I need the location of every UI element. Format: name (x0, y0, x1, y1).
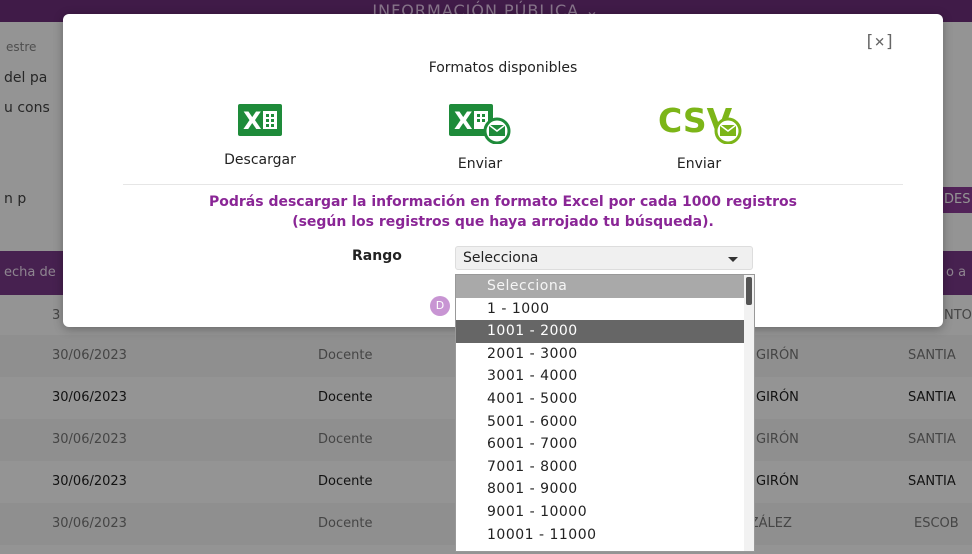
notice-line: (según los registros que haya arrojado t… (292, 214, 714, 230)
range-select-value: Selecciona (463, 250, 539, 266)
csv-email-icon: CSV (658, 101, 742, 145)
range-label: Rango (352, 248, 402, 264)
caret-down-icon (728, 257, 738, 262)
dropdown-option[interactable]: Selecciona (456, 275, 745, 298)
excel-download-icon: X (238, 104, 282, 136)
dropdown-option[interactable]: 2001 - 3000 (456, 343, 745, 366)
download-excel-button[interactable]: X Descargar (190, 100, 330, 168)
format-label: Enviar (457, 156, 503, 172)
dropdown-option[interactable]: 9001 - 10000 (456, 501, 745, 524)
dropdown-option[interactable]: 6001 - 7000 (456, 433, 745, 456)
dropdown-option[interactable]: 10001 - 11000 (456, 524, 745, 547)
dropdown-option[interactable]: 3001 - 4000 (456, 365, 745, 388)
divider (123, 184, 903, 185)
scrollbar-thumb[interactable] (746, 277, 752, 305)
range-select[interactable]: Selecciona (455, 246, 753, 270)
download-button[interactable]: D (430, 296, 450, 316)
close-button[interactable]: [×] (864, 32, 895, 52)
dropdown-option[interactable]: 7001 - 8000 (456, 456, 745, 479)
dropdown-option[interactable]: 8001 - 9000 (456, 478, 745, 501)
excel-email-icon: X (449, 104, 511, 145)
excel-icon-letter: X (454, 107, 473, 135)
excel-icon-letter: X (243, 107, 262, 135)
dropdown-option[interactable]: 1 - 1000 (456, 298, 745, 321)
notice-line: Podrás descargar la información en forma… (209, 194, 797, 210)
info-notice: Podrás descargar la información en forma… (63, 192, 943, 232)
dropdown-option[interactable]: 4001 - 5000 (456, 388, 745, 411)
send-csv-button[interactable]: CSV Enviar (629, 100, 769, 172)
modal-title: Formatos disponibles (428, 60, 578, 76)
format-label: Descargar (224, 152, 296, 168)
dropdown-option-highlighted[interactable]: 1001 - 2000 (456, 320, 745, 343)
range-dropdown-list[interactable]: Selecciona 1 - 1000 1001 - 2000 2001 - 3… (455, 274, 755, 552)
format-label: Enviar (676, 156, 722, 172)
dropdown-scrollbar[interactable] (744, 275, 754, 551)
dropdown-option[interactable]: 5001 - 6000 (456, 411, 745, 434)
send-excel-button[interactable]: X Enviar (410, 100, 550, 172)
